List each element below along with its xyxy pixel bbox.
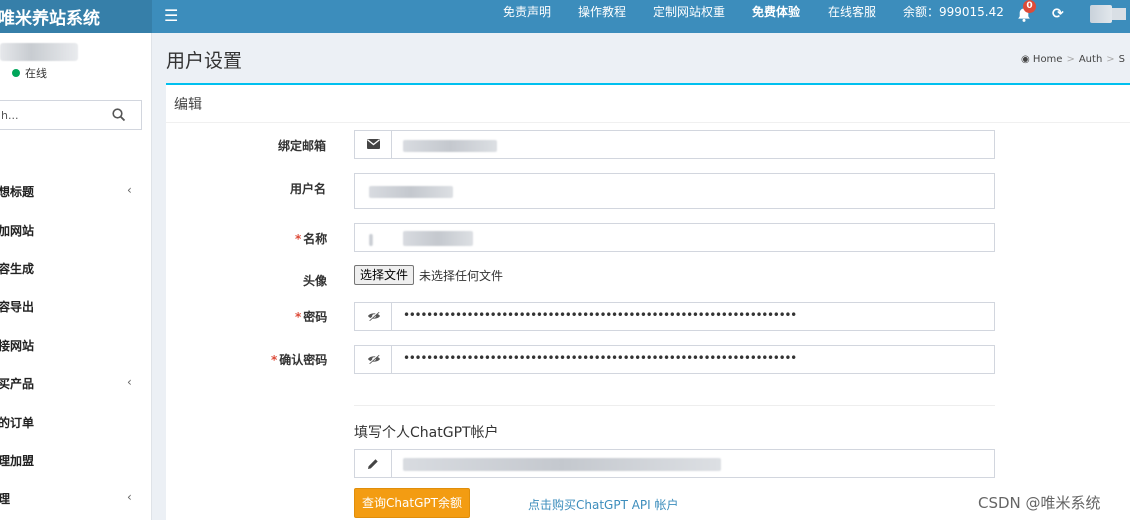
query-chatgpt-balance-button[interactable]: 查询ChatGPT余额 xyxy=(354,488,470,518)
breadcrumb-current: S xyxy=(1118,54,1126,65)
eye-slash-icon[interactable] xyxy=(367,354,381,364)
sidebar-item-my-orders[interactable]: 的订单 xyxy=(0,414,152,434)
avatar-label: 头像 xyxy=(303,274,328,288)
sidebar: 在线 h... 想标题 ‹ 加网站 容生成 容导出 接网站 买产品 ‹ 的订单 … xyxy=(0,33,152,520)
name-label: * 名称 xyxy=(295,232,328,246)
confirm-password-field[interactable]: ••••••••••••••••••••••••••••••••••••••••… xyxy=(354,345,995,374)
sidebar-item-connect-site[interactable]: 接网站 xyxy=(0,337,152,357)
password-addon[interactable] xyxy=(355,303,392,330)
eye-slash-icon[interactable] xyxy=(367,311,381,321)
sidebar-item-label: 容生成 xyxy=(0,262,35,276)
sidebar-item-label: 容导出 xyxy=(0,300,35,314)
email-value-redacted xyxy=(403,140,497,152)
chevron-left-icon: ‹ xyxy=(127,490,132,504)
chatgpt-key-addon xyxy=(355,450,392,477)
breadcrumb-home[interactable]: Home xyxy=(1033,54,1063,65)
nav-tutorial[interactable]: 操作教程 xyxy=(578,0,626,33)
password-field[interactable]: ••••••••••••••••••••••••••••••••••••••••… xyxy=(354,302,995,331)
confirm-password-addon[interactable] xyxy=(355,346,392,373)
user-avatar[interactable] xyxy=(1090,5,1112,23)
sidebar-item-buy-product[interactable]: 买产品 ‹ xyxy=(0,375,152,395)
refresh-icon[interactable]: ⟳ xyxy=(1052,6,1064,22)
box-title: 编辑 xyxy=(174,97,202,113)
top-header: 唯米养站系统 ☰ 免责声明 操作教程 定制网站权重 免费体验 在线客服 余额：9… xyxy=(0,0,1130,33)
sidebar-item-add-site[interactable]: 加网站 xyxy=(0,222,152,242)
breadcrumb-separator: > xyxy=(1106,54,1115,65)
dashboard-icon: ◉ xyxy=(1021,54,1030,65)
breadcrumb-separator: > xyxy=(1066,54,1075,65)
sidebar-item-label: 接网站 xyxy=(0,339,35,353)
breadcrumb: ◉ Home > Auth > S xyxy=(1021,54,1125,65)
balance-display: 余额：999015.42 xyxy=(903,5,1004,19)
section-divider xyxy=(354,405,995,406)
online-status-label: 在线 xyxy=(25,67,47,80)
chatgpt-section-title: 填写个人ChatGPT帐户 xyxy=(354,425,499,441)
search-input[interactable]: h... xyxy=(1,109,18,122)
username-label: 用户名 xyxy=(290,182,327,196)
sidebar-item-title-ideas[interactable]: 想标题 ‹ xyxy=(0,183,152,203)
email-field[interactable] xyxy=(354,130,995,159)
file-status-text: 未选择任何文件 xyxy=(419,269,504,283)
password-value: ••••••••••••••••••••••••••••••••••••••••… xyxy=(403,308,797,322)
brand-logo-text[interactable]: 唯米养站系统 xyxy=(0,4,100,29)
name-value-redacted xyxy=(369,234,373,246)
chatgpt-key-field[interactable] xyxy=(354,449,995,478)
divider xyxy=(166,122,1130,123)
user-name-redacted xyxy=(0,43,78,61)
nav-online-service[interactable]: 在线客服 xyxy=(828,0,876,33)
sidebar-search[interactable]: h... xyxy=(0,100,142,130)
name-value-redacted xyxy=(403,231,473,246)
watermark: CSDN @唯米系统 xyxy=(978,494,1101,512)
confirm-password-value: ••••••••••••••••••••••••••••••••••••••••… xyxy=(403,351,797,365)
sidebar-item-label: 买产品 xyxy=(0,377,35,391)
password-label: * 密码 xyxy=(295,310,328,324)
chevron-left-icon: ‹ xyxy=(127,375,132,389)
confirm-password-label: * 确认密码 xyxy=(271,353,328,367)
nav-disclaimer[interactable]: 免责声明 xyxy=(503,0,551,33)
envelope-icon xyxy=(367,139,380,149)
sidebar-item-label: 理 xyxy=(0,492,11,506)
sidebar-item-label: 加网站 xyxy=(0,224,35,238)
brand-area[interactable]: 唯米养站系统 xyxy=(0,0,152,33)
username-field[interactable] xyxy=(354,173,995,209)
buy-chatgpt-api-link[interactable]: 点击购买ChatGPT API 帐户 xyxy=(528,496,679,513)
page-title: 用户设置 xyxy=(166,50,243,72)
sidebar-item-content-generate[interactable]: 容生成 xyxy=(0,260,152,280)
user-menu-blur[interactable] xyxy=(1112,8,1126,20)
pencil-icon xyxy=(368,459,378,469)
choose-file-button[interactable]: 选择文件 xyxy=(354,265,415,285)
sidebar-item-label: 的订单 xyxy=(0,416,35,430)
nav-custom-weight[interactable]: 定制网站权重 xyxy=(653,0,725,33)
username-value-redacted xyxy=(369,186,453,198)
chevron-left-icon: ‹ xyxy=(127,183,132,197)
search-icon[interactable] xyxy=(111,107,127,123)
email-addon xyxy=(355,131,392,158)
notification-badge: 0 xyxy=(1023,0,1036,13)
chatgpt-key-redacted xyxy=(403,458,721,471)
breadcrumb-auth[interactable]: Auth xyxy=(1079,54,1102,65)
email-label: 绑定邮箱 xyxy=(278,139,327,153)
sidebar-item-manage[interactable]: 理 ‹ xyxy=(0,490,152,510)
name-field[interactable] xyxy=(354,223,995,252)
online-status-icon xyxy=(12,69,20,77)
sidebar-toggle-icon[interactable]: ☰ xyxy=(164,8,178,24)
sidebar-item-content-export[interactable]: 容导出 xyxy=(0,298,152,318)
sidebar-item-label: 理加盟 xyxy=(0,454,35,468)
nav-free-trial[interactable]: 免费体验 xyxy=(752,0,800,33)
sidebar-item-agent-join[interactable]: 理加盟 xyxy=(0,452,152,472)
sidebar-item-label: 想标题 xyxy=(0,185,35,199)
